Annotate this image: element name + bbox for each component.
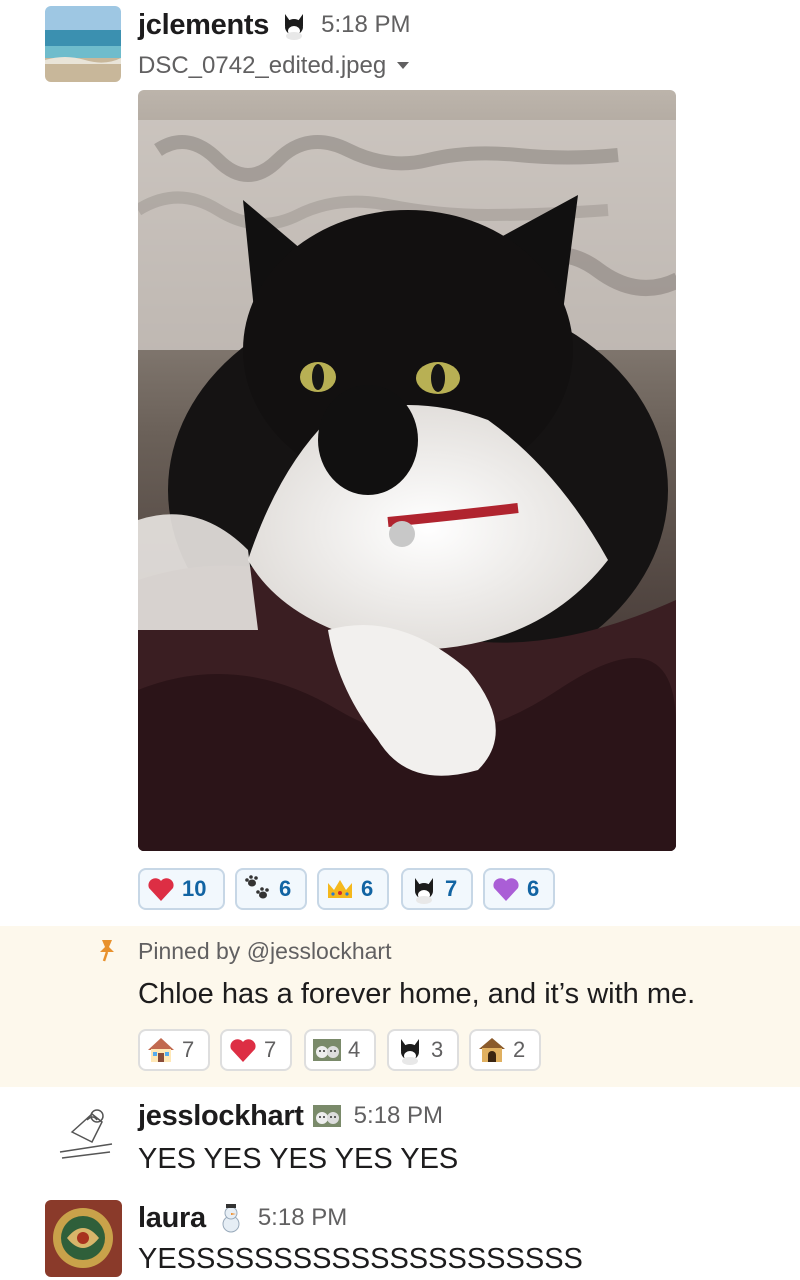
crown-icon: [325, 874, 355, 904]
illuminated-avatar-image: [45, 1200, 122, 1277]
reaction-count: 6: [361, 876, 374, 901]
reaction-heart[interactable]: 10: [138, 868, 225, 910]
snowman-status-icon: [216, 1203, 246, 1233]
dog-house-icon: [477, 1035, 507, 1065]
reaction-count: 3: [431, 1037, 444, 1062]
reaction-purple-heart[interactable]: 6: [483, 868, 555, 910]
chevron-down-icon[interactable]: [396, 57, 410, 75]
reaction-count: 7: [182, 1037, 195, 1062]
reactions-row: 7 7 4 3 2: [138, 1029, 738, 1073]
message-text: YESSSSSSSSSSSSSSSSSSSSS: [138, 1243, 583, 1275]
avatar-jclements[interactable]: [45, 6, 121, 82]
timestamp[interactable]: 5:18 PM: [354, 1102, 443, 1130]
heart-icon: [228, 1035, 258, 1065]
reaction-heart[interactable]: 7: [220, 1029, 292, 1071]
message-header: jesslockhart 5:18 PM: [138, 1096, 443, 1136]
reaction-count: 4: [348, 1037, 361, 1062]
message-header: laura 5:18 PM: [138, 1198, 347, 1238]
message-text: Chloe has a forever home, and it’s with …: [138, 978, 696, 1010]
tuxedo-cat-status-icon: [279, 10, 309, 40]
reaction-count: 7: [264, 1037, 277, 1062]
message-header: jclements 5:18 PM: [138, 5, 410, 45]
username[interactable]: jesslockhart: [138, 1100, 304, 1133]
timestamp[interactable]: 5:18 PM: [258, 1204, 347, 1232]
reaction-count: 6: [279, 876, 292, 901]
timestamp[interactable]: 5:18 PM: [321, 11, 410, 39]
reaction-tuxedo-cat[interactable]: 3: [387, 1029, 459, 1071]
house-icon: [146, 1035, 176, 1065]
username[interactable]: jclements: [138, 9, 269, 42]
avatar-laura[interactable]: [45, 1200, 122, 1277]
sketch-avatar-image: [59, 1109, 113, 1159]
reaction-dog-house[interactable]: 2: [469, 1029, 541, 1071]
reaction-paw-prints[interactable]: 6: [235, 868, 307, 910]
image-attachment[interactable]: [138, 90, 676, 851]
paw-prints-icon: [243, 874, 273, 904]
beach-avatar-image: [45, 6, 121, 82]
reaction-count: 10: [182, 876, 207, 901]
pinned-by-label[interactable]: Pinned by @jesslockhart: [138, 938, 391, 965]
cats-photo-status-icon: [312, 1101, 342, 1131]
tuxedo-cat-icon: [395, 1035, 425, 1065]
message-text: YES YES YES YES YES: [138, 1143, 459, 1175]
reactions-row: 10 6 6 7 6: [138, 868, 738, 912]
cat-photo: [138, 90, 676, 851]
avatar-jesslockhart[interactable]: [52, 1102, 122, 1172]
reaction-crown[interactable]: 6: [317, 868, 389, 910]
tuxedo-cat-icon: [409, 874, 439, 904]
reaction-house[interactable]: 7: [138, 1029, 210, 1071]
username[interactable]: laura: [138, 1202, 206, 1235]
reaction-cats[interactable]: 4: [304, 1029, 376, 1071]
pinned-message: Pinned by @jesslockhart Chloe has a fore…: [0, 926, 800, 1087]
reaction-count: 6: [527, 876, 540, 901]
reaction-count: 2: [513, 1037, 526, 1062]
reaction-tuxedo-cat[interactable]: 7: [401, 868, 473, 910]
file-title[interactable]: DSC_0742_edited.jpeg: [138, 50, 410, 82]
purple-heart-icon: [491, 874, 521, 904]
reaction-count: 7: [445, 876, 458, 901]
pin-icon: [96, 938, 118, 967]
cats-photo-icon: [312, 1035, 342, 1065]
heart-icon: [146, 874, 176, 904]
file-name[interactable]: DSC_0742_edited.jpeg: [138, 52, 386, 80]
